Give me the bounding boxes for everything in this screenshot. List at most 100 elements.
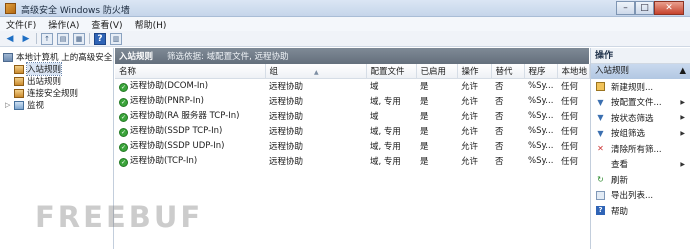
submenu-arrow-icon: ▶ xyxy=(680,129,685,137)
tree-item-monitoring[interactable]: ▷ 监视 xyxy=(0,99,113,111)
action-help[interactable]: ? 帮助 xyxy=(591,203,690,219)
toolbar-separator xyxy=(36,33,37,44)
column-header-action[interactable]: 操作 xyxy=(457,64,492,79)
collapse-arrow-icon[interactable]: ▲ xyxy=(679,64,686,79)
menu-file[interactable]: 文件(F) xyxy=(6,18,36,31)
cell-profile: 域, 专用 xyxy=(370,96,401,107)
action-label: 导出列表... xyxy=(611,191,654,202)
table-row[interactable]: ✓ 远程协助(DCOM-In) 远程协助 域 是 允许 否 %Sy... 任何 xyxy=(115,78,589,93)
filter-icon: ▼ xyxy=(597,113,604,123)
table-row[interactable]: ✓ 远程协助(RA 服务器 TCP-In) 远程协助 域 是 允许 否 %Sy... 任何 xyxy=(115,108,589,123)
tree-root[interactable]: 本地计算机 上的高级安全 xyxy=(0,51,113,63)
column-header-local-address[interactable]: 本地地 xyxy=(557,64,590,79)
show-hide-tree-icon[interactable]: ▤ xyxy=(57,32,69,45)
action-clear-filters[interactable]: ✕ 清除所有筛... xyxy=(591,141,690,157)
cell-name: ✓ 远程协助(SSDP TCP-In) xyxy=(115,123,265,138)
cell-program: %Sy... xyxy=(528,155,554,166)
tree-item-label: 监视 xyxy=(27,101,45,111)
cell-action: 允许 xyxy=(461,156,479,167)
table-row[interactable]: ✓ 远程协助(SSDP UDP-In) 远程协助 域, 专用 是 允许 否 %Sy... 任何 xyxy=(115,138,589,153)
rule-name: 远程协助(TCP-In) xyxy=(130,156,198,166)
up-folder-icon[interactable]: ↑ xyxy=(41,32,53,45)
menu-bar: 文件(F) 操作(A) 查看(V) 帮助(H) xyxy=(0,17,690,31)
action-label: 新建规则... xyxy=(611,82,654,93)
outbound-rules-icon xyxy=(14,76,24,86)
tree-item-inbound-rules[interactable]: 入站规则 xyxy=(0,62,113,76)
table-row[interactable]: ✓ 远程协助(PNRP-In) 远程协助 域, 专用 是 允许 否 %Sy... 任何 xyxy=(115,93,589,108)
action-new-rule[interactable]: 新建规则... xyxy=(591,79,690,95)
firewall-app-icon xyxy=(5,3,16,14)
monitoring-icon xyxy=(14,100,24,110)
tree-root-label: 本地计算机 上的高级安全 xyxy=(16,53,113,63)
tree-item-connection-security[interactable]: 连接安全规则 xyxy=(0,87,113,99)
cell-name: ✓ 远程协助(DCOM-In) xyxy=(115,78,265,93)
action-label: 按组筛选 xyxy=(611,129,646,140)
actions-section-label: 入站规则 xyxy=(595,66,630,76)
enabled-rule-icon: ✓ xyxy=(119,158,128,167)
action-filter-by-profile[interactable]: ▼ 按配置文件... ▶ xyxy=(591,95,690,111)
table-row[interactable]: ✓ 远程协助(SSDP TCP-In) 远程协助 域, 专用 是 允许 否 %Sy... 任何 xyxy=(115,123,589,138)
properties-icon[interactable]: ▦ xyxy=(73,32,85,45)
inbound-rules-icon xyxy=(14,64,24,74)
column-header-profile[interactable]: 配置文件 xyxy=(366,64,417,79)
expand-arrow-icon[interactable]: ▷ xyxy=(5,101,12,109)
column-header-group[interactable]: 组 ▲ xyxy=(265,64,367,79)
tree-item-label: 出站规则 xyxy=(27,77,62,87)
menu-action[interactable]: 操作(A) xyxy=(48,18,79,31)
cell-name: ✓ 远程协助(RA 服务器 TCP-In) xyxy=(115,108,265,123)
export-list-icon xyxy=(596,190,605,200)
action-label: 按状态筛选 xyxy=(611,113,654,124)
forward-arrow-icon[interactable]: ▶ xyxy=(20,33,32,45)
column-header-program[interactable]: 程序 xyxy=(524,64,558,79)
cell-profile: 域 xyxy=(370,111,379,122)
cell-action: 允许 xyxy=(461,141,479,152)
action-view[interactable]: 查看 ▶ xyxy=(591,157,690,173)
refresh-icon: ↻ xyxy=(597,175,604,185)
action-export-list[interactable]: 导出列表... xyxy=(591,188,690,204)
table-row[interactable]: ✓ 远程协助(TCP-In) 远程协助 域, 专用 是 允许 否 %Sy... 任何 xyxy=(115,153,589,168)
maximize-button[interactable]: □ xyxy=(635,1,654,15)
submenu-arrow-icon: ▶ xyxy=(680,114,685,122)
column-header-name[interactable]: 名称 xyxy=(115,64,266,79)
help-icon: ? xyxy=(596,206,605,216)
minimize-button[interactable]: – xyxy=(616,1,635,15)
action-label: 按配置文件... xyxy=(611,98,662,109)
menu-help[interactable]: 帮助(H) xyxy=(135,18,167,31)
cell-enabled: 是 xyxy=(420,96,429,107)
action-label: 清除所有筛... xyxy=(611,144,662,155)
window-controls: – □ ✕ xyxy=(616,1,684,16)
cell-program: %Sy... xyxy=(528,140,554,151)
cell-action: 允许 xyxy=(461,81,479,92)
window-title: 高级安全 Windows 防火墙 xyxy=(21,6,130,16)
cell-program: %Sy... xyxy=(528,95,554,106)
rules-table: 名称 组 ▲ 配置文件 已启用 操作 替代 程序 本地地 ✓ 远程协助(DCOM-I… xyxy=(115,64,590,168)
close-button[interactable]: ✕ xyxy=(654,1,684,15)
connection-security-icon xyxy=(14,88,24,98)
cell-action: 允许 xyxy=(461,96,479,107)
cell-local-address: 任何 xyxy=(561,81,579,92)
back-arrow-icon[interactable]: ◀ xyxy=(4,33,16,45)
toolbar: ◀ ▶ ↑ ▤ ▦ ? ▥ xyxy=(0,31,690,47)
action-filter-by-state[interactable]: ▼ 按状态筛选 ▶ xyxy=(591,110,690,126)
column-header-override[interactable]: 替代 xyxy=(491,64,525,79)
action-pane-icon[interactable]: ▥ xyxy=(110,32,122,45)
cell-program: %Sy... xyxy=(528,80,554,91)
action-refresh[interactable]: ↻ 刷新 xyxy=(591,172,690,188)
new-rule-icon xyxy=(596,82,605,92)
tree-item-outbound-rules[interactable]: 出站规则 xyxy=(0,75,113,87)
freebuf-watermark: FREEBUF xyxy=(35,200,204,234)
column-header-enabled[interactable]: 已启用 xyxy=(416,64,458,79)
rule-name: 远程协助(SSDP UDP-In) xyxy=(130,141,225,151)
enabled-rule-icon: ✓ xyxy=(119,113,128,122)
help-icon[interactable]: ? xyxy=(94,32,106,45)
rule-name: 远程协助(PNRP-In) xyxy=(130,96,204,106)
cell-override: 否 xyxy=(495,81,504,92)
rule-name: 远程协助(SSDP TCP-In) xyxy=(130,126,223,136)
cell-name: ✓ 远程协助(SSDP UDP-In) xyxy=(115,138,265,153)
title-bar: 高级安全 Windows 防火墙 – □ ✕ xyxy=(0,0,690,17)
actions-pane: 操作 入站规则 ▲ 新建规则... ▼ 按配置文件... ▶ ▼ 按状态筛选 ▶… xyxy=(590,48,690,249)
actions-section-inbound-rules[interactable]: 入站规则 ▲ xyxy=(591,64,690,79)
action-filter-by-group[interactable]: ▼ 按组筛选 ▶ xyxy=(591,126,690,142)
menu-view[interactable]: 查看(V) xyxy=(91,18,122,31)
cell-local-address: 任何 xyxy=(561,126,579,137)
